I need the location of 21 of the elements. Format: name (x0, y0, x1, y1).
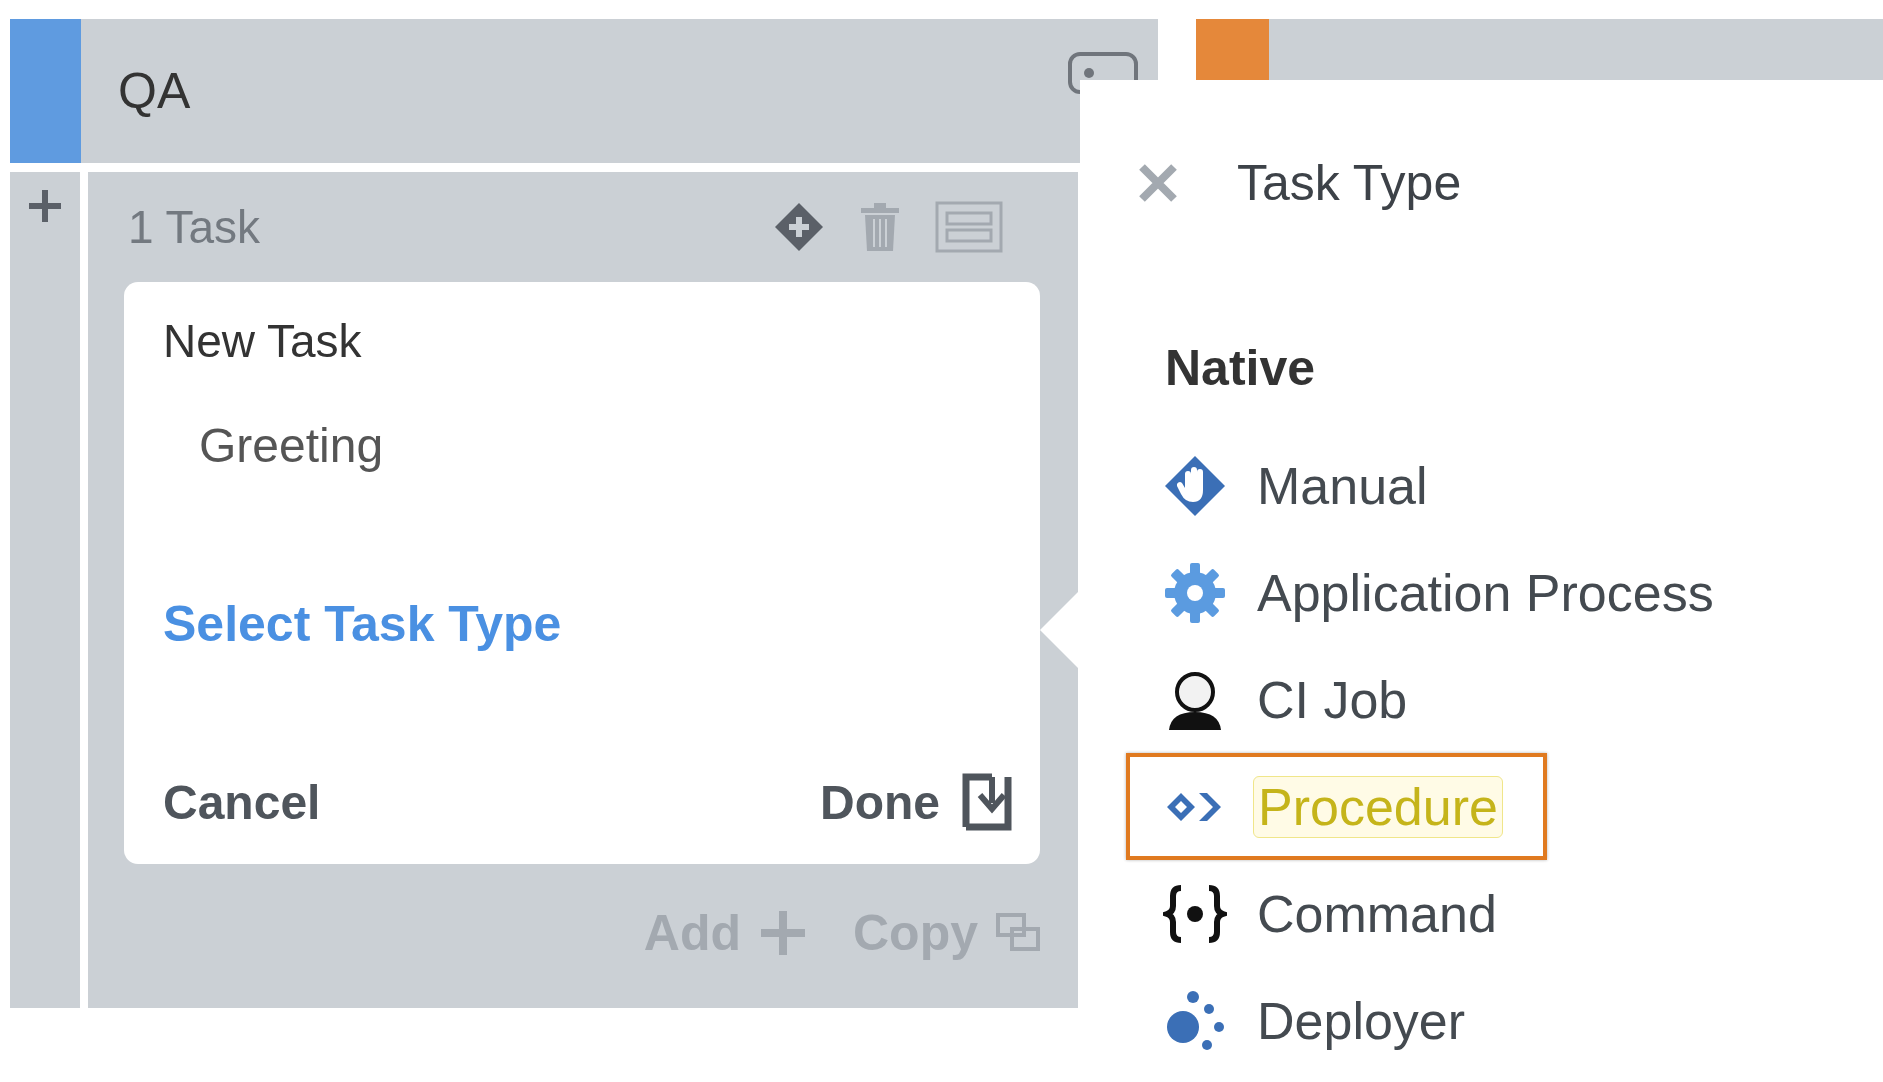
hand-icon (1163, 453, 1227, 518)
task-type-item[interactable]: Manual (1126, 432, 1476, 539)
task-type-item[interactable]: Command (1126, 860, 1545, 967)
cancel-button[interactable]: Cancel (163, 774, 321, 830)
task-title: New Task (163, 314, 363, 368)
task-type-item[interactable]: CI Job (1126, 646, 1456, 753)
diamond-plus-icon[interactable] (773, 201, 825, 253)
task-type-item[interactable]: Deployer (1126, 967, 1514, 1074)
task-name: Greeting (199, 418, 385, 473)
add-icon[interactable] (27, 188, 63, 224)
copy-icon (996, 913, 1040, 953)
panel-title: Task Type (1237, 154, 1462, 212)
stage-title: QA (118, 62, 192, 120)
plus-icon (759, 909, 807, 957)
task-count: 1 Task (128, 200, 262, 254)
task-type-item[interactable]: Application Process (1126, 539, 1762, 646)
done-button[interactable]: Done (820, 773, 1012, 831)
download-icon (962, 773, 1012, 831)
gear-icon (1163, 560, 1227, 625)
close-icon[interactable] (1138, 163, 1178, 203)
section-heading: Native (1165, 339, 1317, 398)
